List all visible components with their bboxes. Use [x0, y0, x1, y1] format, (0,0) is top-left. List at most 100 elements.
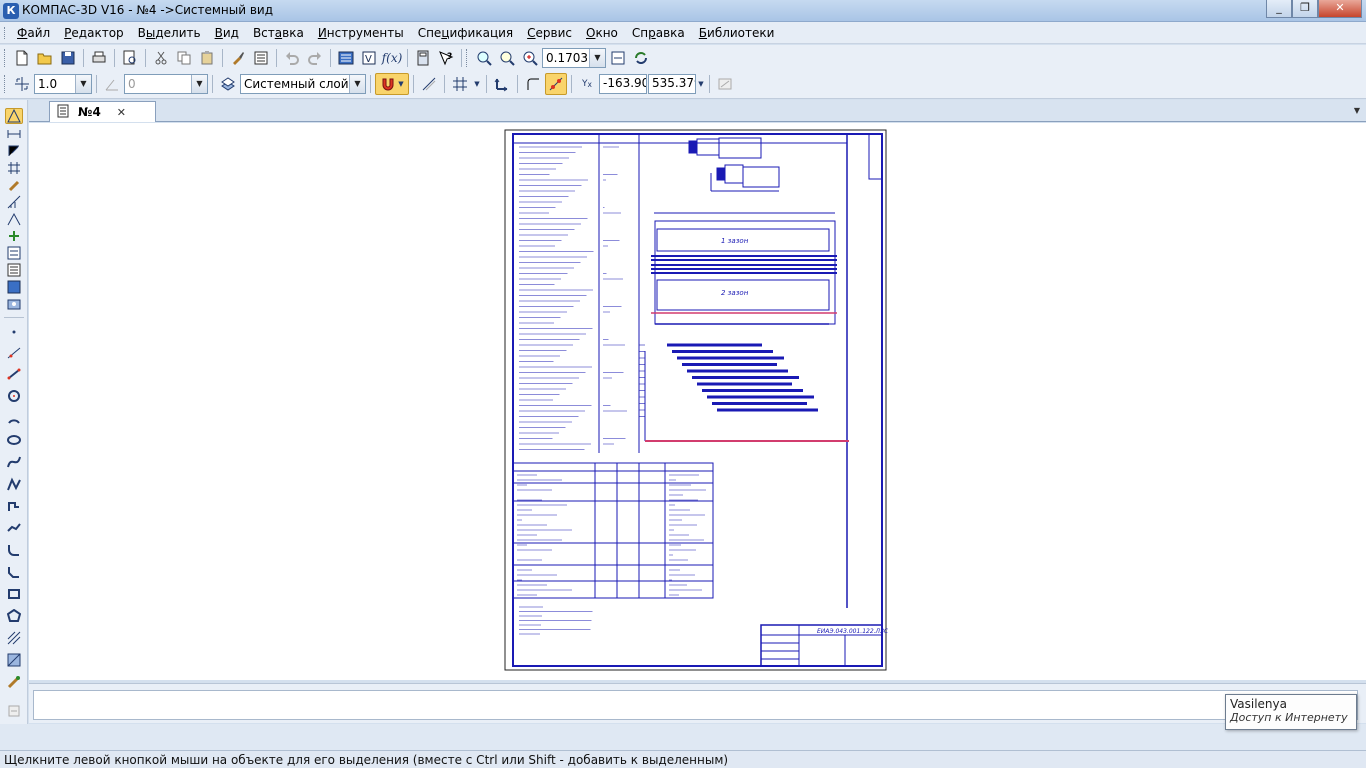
layer-icon[interactable]	[217, 73, 239, 95]
local-cs-icon[interactable]	[491, 73, 513, 95]
auxiliary-line-icon[interactable]	[5, 345, 23, 361]
point-icon[interactable]	[5, 324, 23, 340]
spline-icon[interactable]	[5, 454, 23, 470]
orthogonal-icon[interactable]	[418, 73, 440, 95]
zoom-window-icon[interactable]	[473, 47, 495, 69]
menu-item[interactable]: Выделить	[131, 26, 208, 40]
refresh-icon[interactable]	[630, 47, 652, 69]
menu-item[interactable]: Сервис	[520, 26, 579, 40]
toolbar-grip[interactable]	[4, 75, 7, 93]
polyline-icon[interactable]	[5, 476, 23, 492]
property-panel-content[interactable]	[33, 690, 1358, 720]
grid-icon[interactable]	[449, 73, 471, 95]
designations-panel-icon[interactable]	[5, 143, 23, 159]
format-brush-icon[interactable]	[227, 47, 249, 69]
minimize-button[interactable]: _	[1266, 0, 1292, 18]
help-pointer-icon[interactable]: ?	[435, 47, 457, 69]
spec-panel-icon[interactable]	[5, 228, 23, 244]
polygon-icon[interactable]	[5, 608, 23, 624]
parametrization-panel-icon[interactable]	[5, 177, 23, 193]
menu-item[interactable]: Окно	[579, 26, 625, 40]
library-panel-icon[interactable]	[5, 296, 23, 312]
fill-icon[interactable]	[5, 652, 23, 668]
snap-magnet-button[interactable]: ▼	[375, 73, 409, 95]
disabled-tool-icon[interactable]	[714, 73, 736, 95]
menu-item[interactable]: Справка	[625, 26, 692, 40]
chevron-down-icon[interactable]: ▼	[349, 75, 365, 93]
edit-panel-icon[interactable]	[5, 160, 23, 176]
drawing-canvas[interactable]: 1 зазон 2 зазон ЕИАЭ.043.001.122.ЛЗС	[29, 123, 1366, 680]
zoom-all-icon[interactable]	[496, 47, 518, 69]
hatch-icon[interactable]	[5, 630, 23, 646]
dimensions-panel-icon[interactable]	[5, 126, 23, 142]
properties-icon[interactable]	[250, 47, 272, 69]
paste-icon[interactable]	[196, 47, 218, 69]
chevron-down-icon[interactable]: ▼	[697, 73, 705, 95]
tab-document-4[interactable]: №4 ✕	[49, 101, 156, 122]
ellipse-icon[interactable]	[5, 432, 23, 448]
contour-icon[interactable]	[5, 498, 23, 514]
restore-button[interactable]: ❐	[1292, 0, 1318, 18]
chevron-down-icon[interactable]: ▼	[472, 73, 482, 95]
equidistant-icon[interactable]	[5, 674, 23, 690]
cursor-step-icon[interactable]	[11, 73, 33, 95]
angle-measure-icon[interactable]	[5, 211, 23, 227]
menu-item[interactable]: Спецификация	[411, 26, 520, 40]
save-icon[interactable]	[57, 47, 79, 69]
chevron-down-icon[interactable]: ▼	[75, 75, 91, 93]
geometry-panel-icon[interactable]	[5, 108, 23, 124]
fragment-panel-icon[interactable]	[5, 279, 23, 295]
new-document-icon[interactable]	[11, 47, 33, 69]
print-preview-icon[interactable]	[119, 47, 141, 69]
calculator-icon[interactable]	[412, 47, 434, 69]
zoom-value: 0.1703	[546, 51, 588, 65]
undo-icon[interactable]	[281, 47, 303, 69]
menu-item[interactable]: Вид	[208, 26, 246, 40]
menu-grip[interactable]	[4, 27, 7, 39]
drawing-sheet[interactable]: 1 зазон 2 зазон ЕИАЭ.043.001.122.ЛЗС	[499, 123, 899, 680]
menu-item[interactable]: Библиотеки	[692, 26, 782, 40]
zoom-combo[interactable]: 0.1703 ▼	[542, 48, 606, 68]
menu-item[interactable]: Инструменты	[311, 26, 411, 40]
fillet-icon[interactable]	[5, 542, 23, 558]
chevron-down-icon[interactable]: ▼	[1354, 106, 1360, 115]
close-button[interactable]: ✕	[1318, 0, 1362, 18]
coord-y-field[interactable]: 535.379	[648, 74, 696, 94]
menu-item[interactable]: Редактор	[57, 26, 130, 40]
layer-combo[interactable]: Системный слой (0) ▼	[240, 74, 366, 94]
toolbar-grip[interactable]	[4, 49, 7, 67]
chamfer-icon[interactable]	[5, 564, 23, 580]
zoom-in-icon[interactable]	[519, 47, 541, 69]
menu-item[interactable]: Вставка	[246, 26, 311, 40]
rectangle-icon[interactable]	[5, 586, 23, 602]
redo-icon[interactable]	[304, 47, 326, 69]
segment-icon[interactable]	[5, 366, 23, 382]
measure-panel-icon[interactable]	[5, 194, 23, 210]
variables-icon[interactable]: V	[358, 47, 380, 69]
collapse-panel-icon[interactable]	[5, 703, 23, 719]
current-state-toolbar: 1.0 ▼ 0 ▼ Системный слой (0) ▼ ▼ ▼ Yx -1…	[4, 72, 736, 96]
insert-panel-icon[interactable]	[5, 262, 23, 278]
print-icon[interactable]	[88, 47, 110, 69]
step-combo[interactable]: 1.0 ▼	[34, 74, 92, 94]
parametric-mode-button[interactable]	[545, 73, 567, 95]
circle-icon[interactable]	[5, 388, 23, 404]
angle-icon[interactable]	[101, 73, 123, 95]
chevron-down-icon[interactable]: ▼	[191, 75, 207, 93]
manager-icon[interactable]	[335, 47, 357, 69]
open-folder-icon[interactable]	[34, 47, 56, 69]
formula-fx-button[interactable]: f(x)	[381, 47, 403, 69]
chevron-down-icon[interactable]: ▼	[589, 49, 605, 67]
angle-combo[interactable]: 0 ▼	[124, 74, 208, 94]
arc-icon[interactable]	[5, 410, 23, 426]
coordinates-icon: Yx	[582, 79, 592, 89]
round-icon[interactable]	[522, 73, 544, 95]
zoom-previous-icon[interactable]	[607, 47, 629, 69]
bezier-icon[interactable]	[5, 520, 23, 536]
coord-x-field[interactable]: -163.902	[599, 74, 647, 94]
menu-item[interactable]: Файл	[10, 26, 57, 40]
copy-icon[interactable]	[173, 47, 195, 69]
cut-icon[interactable]	[150, 47, 172, 69]
reports-panel-icon[interactable]	[5, 245, 23, 261]
close-tab-icon[interactable]: ✕	[117, 106, 126, 119]
